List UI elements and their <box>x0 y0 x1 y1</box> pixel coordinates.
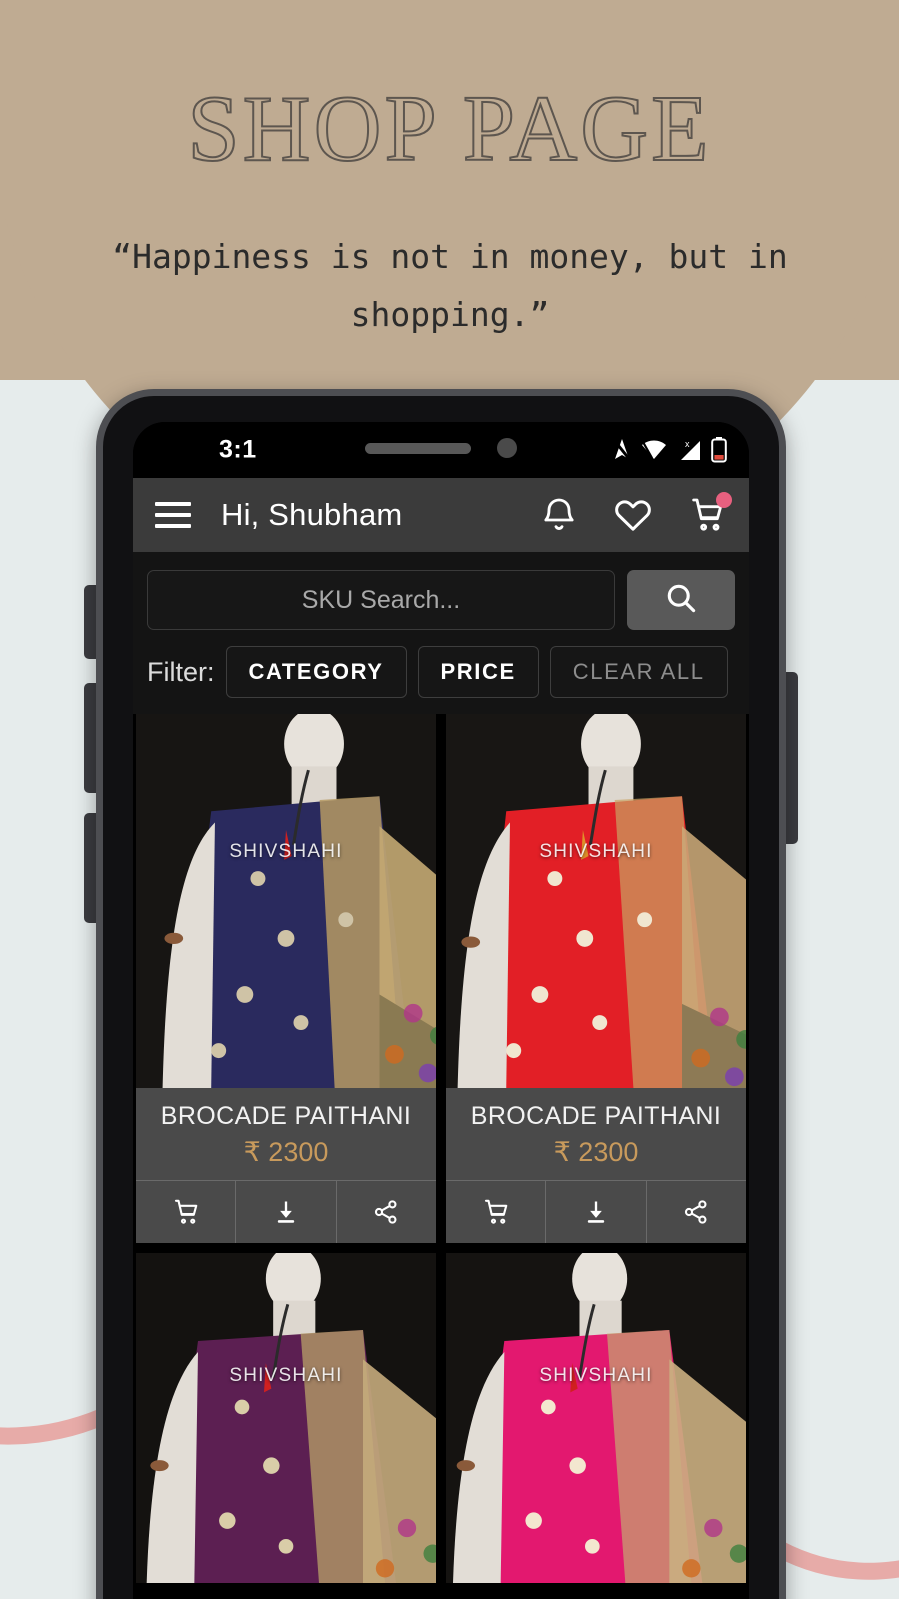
page-title: SHOP PAGE <box>186 77 712 181</box>
greeting-text: Hi, Shubham <box>221 497 403 532</box>
share-button[interactable] <box>645 1181 746 1243</box>
app-bar-actions <box>539 492 732 535</box>
battery-low-icon <box>711 437 727 463</box>
wifi-icon <box>641 439 667 461</box>
filter-row: Filter: CATEGORY PRICE CLEAR ALL <box>133 630 749 714</box>
product-info: BROCADE PAITHANI ₹ 2300 <box>136 1088 436 1180</box>
product-actions <box>136 1180 436 1243</box>
status-bar-icons: x <box>612 437 727 463</box>
product-card[interactable]: SHIVSHAHI <box>446 1253 746 1583</box>
status-bar: 3:1 x <box>133 422 749 478</box>
location-off-icon <box>612 438 632 462</box>
phone-mockup: 3:1 x Hi, Shubham SKU Search... Filter: … <box>84 389 798 1599</box>
product-info: BROCADE PAITHANI ₹ 2300 <box>446 1088 746 1180</box>
wishlist-button[interactable] <box>613 495 653 535</box>
product-image[interactable]: SHIVSHAHI <box>446 714 746 1088</box>
filter-chip-price[interactable]: PRICE <box>417 646 539 698</box>
product-price: ₹ 2300 <box>243 1137 329 1167</box>
app-bar: Hi, Shubham <box>133 478 749 552</box>
phone-side-button-right[interactable] <box>785 672 798 844</box>
product-actions <box>446 1180 746 1243</box>
front-camera-icon <box>497 438 517 458</box>
product-title: BROCADE PAITHANI <box>160 1102 412 1130</box>
product-price: ₹ 2300 <box>553 1137 639 1167</box>
phone-notch <box>291 422 591 474</box>
search-row: SKU Search... <box>147 570 735 630</box>
share-button[interactable] <box>335 1181 436 1243</box>
search-placeholder: SKU Search... <box>301 585 461 614</box>
product-title: BROCADE PAITHANI <box>470 1102 722 1130</box>
download-button[interactable] <box>545 1181 645 1243</box>
product-card[interactable]: SHIVSHAHI BROCADE PAITHANI ₹ 2300 <box>446 714 746 1243</box>
earpiece-speaker-icon <box>365 442 471 454</box>
product-grid: SHIVSHAHI BROCADE PAITHANI ₹ 2300 SHIVSH… <box>133 714 749 1583</box>
product-card[interactable]: SHIVSHAHI BROCADE PAITHANI ₹ 2300 <box>136 714 436 1243</box>
hamburger-menu-icon[interactable] <box>155 502 191 528</box>
search-icon <box>663 580 699 621</box>
product-image[interactable]: SHIVSHAHI <box>136 714 436 1088</box>
search-area: SKU Search... <box>133 552 749 630</box>
page-quote: “Happiness is not in money, but in shopp… <box>112 237 788 334</box>
filter-label: Filter: <box>147 656 215 687</box>
filter-chip-category[interactable]: CATEGORY <box>225 646 407 698</box>
add-to-cart-button[interactable] <box>446 1181 545 1243</box>
phone-screen: 3:1 x Hi, Shubham SKU Search... Filter: … <box>133 422 749 1599</box>
filter-chip-clear-all[interactable]: CLEAR ALL <box>549 646 728 698</box>
product-image[interactable]: SHIVSHAHI <box>136 1253 436 1583</box>
search-submit-button[interactable] <box>627 570 735 630</box>
cart-button[interactable] <box>687 492 732 535</box>
notifications-button[interactable] <box>539 495 579 535</box>
search-input[interactable]: SKU Search... <box>147 570 615 630</box>
signal-x-icon: x <box>676 438 702 462</box>
cart-badge <box>716 492 732 508</box>
svg-text:x: x <box>685 439 690 449</box>
product-image[interactable]: SHIVSHAHI <box>446 1253 746 1583</box>
status-bar-clock: 3:1 <box>219 435 257 464</box>
add-to-cart-button[interactable] <box>136 1181 235 1243</box>
phone-frame: 3:1 x Hi, Shubham SKU Search... Filter: … <box>96 389 786 1599</box>
download-button[interactable] <box>235 1181 335 1243</box>
product-card[interactable]: SHIVSHAHI <box>136 1253 436 1583</box>
